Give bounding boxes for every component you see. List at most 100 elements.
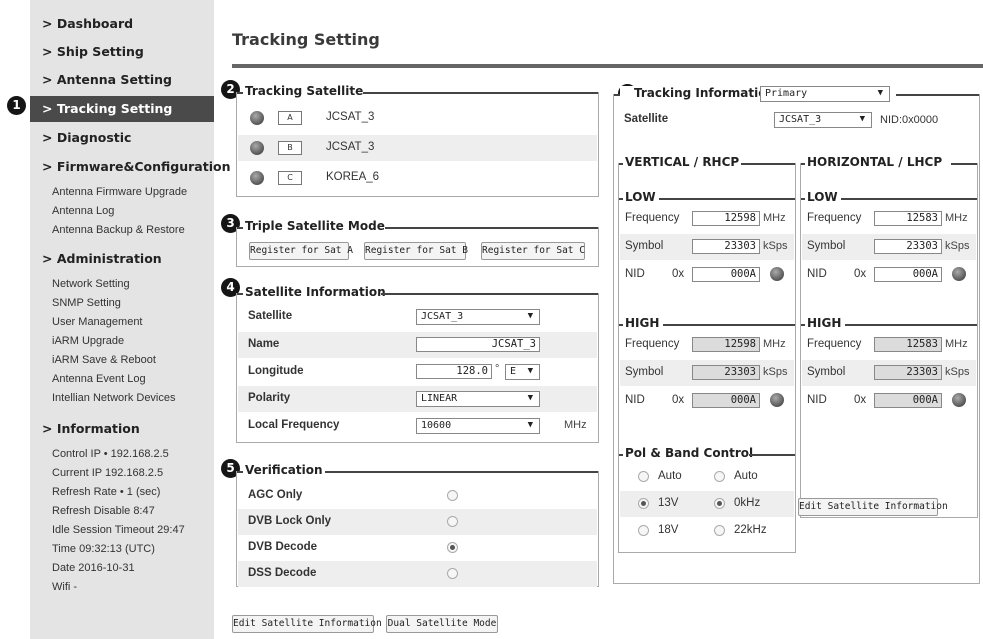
pol-band-row-1: Auto Auto	[620, 464, 794, 490]
verification-legend: Verification	[243, 463, 325, 477]
direction-select[interactable]: E ▼	[505, 364, 540, 380]
local-frequency-select[interactable]: 10600 ▼	[416, 418, 540, 434]
band-0khz-label: 0kHz	[734, 497, 761, 509]
horizontal-low-nid-row: NID 0x 000A	[802, 262, 976, 288]
horizontal-lhcp-panel: HORIZONTAL / LHCP LOW Frequency 12583 MHz …	[800, 155, 978, 518]
edit-satellite-information-button-right[interactable]: Edit Satellite Information	[798, 498, 948, 516]
chevron-down-icon: ▼	[527, 393, 533, 403]
vertical-high-status-indicator	[770, 393, 784, 407]
verification-option-label: DVB Decode	[248, 541, 318, 553]
agc-only-radio[interactable]	[447, 490, 458, 501]
sat-a-button[interactable]: A	[278, 111, 302, 125]
sat-a-name: JCSAT_3	[326, 111, 375, 123]
polarity-select-value: LINEAR	[421, 393, 458, 404]
frequency-label: Frequency	[807, 212, 862, 224]
vertical-low-group: LOW Frequency 12598 MHz Symbol 23303 kSps NI…	[619, 190, 795, 289]
nav-dashboard[interactable]: > Dashboard	[42, 16, 133, 31]
register-sat-c-button[interactable]: Register for Sat C	[481, 242, 585, 260]
horizontal-low-status-indicator	[952, 267, 966, 281]
vertical-low-symbol-input[interactable]: 23303	[692, 239, 760, 254]
name-input[interactable]: JCSAT_3	[416, 337, 540, 352]
horizontal-low-frequency-input[interactable]: 12583	[874, 211, 942, 226]
hex-prefix: 0x	[672, 394, 685, 406]
pol-18v-radio[interactable]	[638, 525, 649, 536]
nav-administration[interactable]: > Administration	[42, 251, 162, 266]
horizontal-low-nid-input[interactable]: 000A	[874, 267, 942, 282]
nav-antenna-backup-restore[interactable]: Antenna Backup & Restore	[52, 224, 185, 236]
satellite-information-panel: Satellite Information Satellite JCSAT_3 ▼…	[236, 285, 599, 443]
name-label: Name	[248, 338, 280, 350]
tracking-mode-select[interactable]: Primary ▼	[760, 86, 890, 102]
register-sat-b-button[interactable]: Register for Sat B	[364, 242, 468, 260]
nav-information[interactable]: > Information	[42, 421, 140, 436]
sat-c-button[interactable]: C	[278, 171, 302, 185]
edit-satellite-information-button[interactable]: Edit Satellite Information	[232, 615, 382, 633]
horizontal-lhcp-legend: HORIZONTAL / LHCP	[805, 155, 945, 169]
tracking-satellite-select[interactable]: JCSAT_3 ▼	[774, 112, 872, 128]
satellite-label: Satellite	[248, 310, 293, 322]
vertical-low-frequency-input[interactable]: 12598	[692, 211, 760, 226]
vertical-high-group: HIGH Frequency 12598 MHz Symbol 23303 kSps N…	[619, 316, 795, 415]
vertical-high-nid-input[interactable]: 000A	[692, 393, 760, 408]
title-divider	[232, 64, 983, 68]
vertical-high-frequency-row: Frequency 12598 MHz	[620, 332, 794, 358]
vertical-high-symbol-row: Symbol 23303 kSps	[620, 360, 794, 386]
pol-band-control-legend: Pol & Band Control	[623, 446, 756, 460]
info-refresh-disable: Refresh Disable 8:47	[52, 505, 155, 517]
nav-diagnostic[interactable]: > Diagnostic	[42, 130, 131, 145]
dvb-lock-only-radio[interactable]	[447, 516, 458, 527]
horizontal-low-symbol-row: Symbol 23303 kSps	[802, 234, 976, 260]
nav-network-setting[interactable]: Network Setting	[52, 278, 130, 290]
verification-option-label: DVB Lock Only	[248, 515, 332, 527]
vertical-low-nid-input[interactable]: 000A	[692, 267, 760, 282]
mhz-unit: MHz	[945, 338, 968, 350]
dual-satellite-mode-button[interactable]: Dual Satellite Mode	[386, 615, 498, 633]
tracking-satellite-label: Satellite	[624, 113, 669, 125]
register-sat-a-button[interactable]: Register for Sat A	[249, 242, 353, 260]
nav-user-management[interactable]: User Management	[52, 316, 143, 328]
vertical-high-symbol-input[interactable]: 23303	[692, 365, 760, 380]
hex-prefix: 0x	[854, 394, 867, 406]
nav-antenna-log[interactable]: Antenna Log	[52, 205, 114, 217]
chevron-down-icon: ▼	[527, 420, 533, 430]
nav-snmp-setting[interactable]: SNMP Setting	[52, 297, 121, 309]
symbol-label: Symbol	[807, 240, 846, 252]
triple-satellite-mode-panel: Triple Satellite Mode Register for Sat A…	[236, 219, 599, 267]
sat-b-button[interactable]: B	[278, 141, 302, 155]
symbol-label: Symbol	[625, 366, 664, 378]
nav-intellian-network-devices[interactable]: Intellian Network Devices	[52, 392, 176, 404]
nav-tracking-setting[interactable]: > Tracking Setting	[30, 96, 214, 122]
triple-mode-legend: Triple Satellite Mode	[243, 219, 387, 233]
nav-iarm-save-reboot[interactable]: iARM Save & Reboot	[52, 354, 156, 366]
dss-decode-radio[interactable]	[447, 568, 458, 579]
verification-option-label: DSS Decode	[248, 567, 317, 579]
band-auto-radio[interactable]	[714, 471, 725, 482]
longitude-input[interactable]: 128.0	[416, 364, 492, 379]
vertical-high-frequency-input[interactable]: 12598	[692, 337, 760, 352]
satellite-select[interactable]: JCSAT_3 ▼	[416, 309, 540, 325]
horizontal-high-nid-row: NID 0x 000A	[802, 388, 976, 414]
horizontal-high-frequency-input[interactable]: 12583	[874, 337, 942, 352]
horizontal-high-legend: HIGH	[805, 316, 844, 330]
horizontal-high-nid-input[interactable]: 000A	[874, 393, 942, 408]
polarity-select[interactable]: LINEAR ▼	[416, 391, 540, 407]
nav-antenna-event-log[interactable]: Antenna Event Log	[52, 373, 146, 385]
band-22khz-radio[interactable]	[714, 525, 725, 536]
ksps-unit: kSps	[945, 240, 970, 252]
mhz-unit: MHz	[945, 212, 968, 224]
pol-13v-radio[interactable]	[638, 498, 649, 509]
dvb-decode-radio[interactable]	[447, 542, 458, 553]
frequency-label: Frequency	[625, 338, 680, 350]
nav-iarm-upgrade[interactable]: iARM Upgrade	[52, 335, 124, 347]
pol-auto-radio[interactable]	[638, 471, 649, 482]
band-0khz-radio[interactable]	[714, 498, 725, 509]
nav-firmware-configuration[interactable]: > Firmware&Configuration	[42, 159, 230, 174]
horizontal-low-symbol-input[interactable]: 23303	[874, 239, 942, 254]
tracking-satellite-panel: Tracking Satellite A JCSAT_3 B JCSAT_3 C…	[236, 84, 599, 197]
nav-ship-setting[interactable]: > Ship Setting	[42, 44, 144, 59]
ksps-unit: kSps	[763, 240, 788, 252]
nav-antenna-firmware-upgrade[interactable]: Antenna Firmware Upgrade	[52, 186, 187, 198]
horizontal-high-symbol-input[interactable]: 23303	[874, 365, 942, 380]
satellite-select-value: JCSAT_3	[421, 311, 464, 322]
nav-antenna-setting[interactable]: > Antenna Setting	[42, 72, 172, 87]
